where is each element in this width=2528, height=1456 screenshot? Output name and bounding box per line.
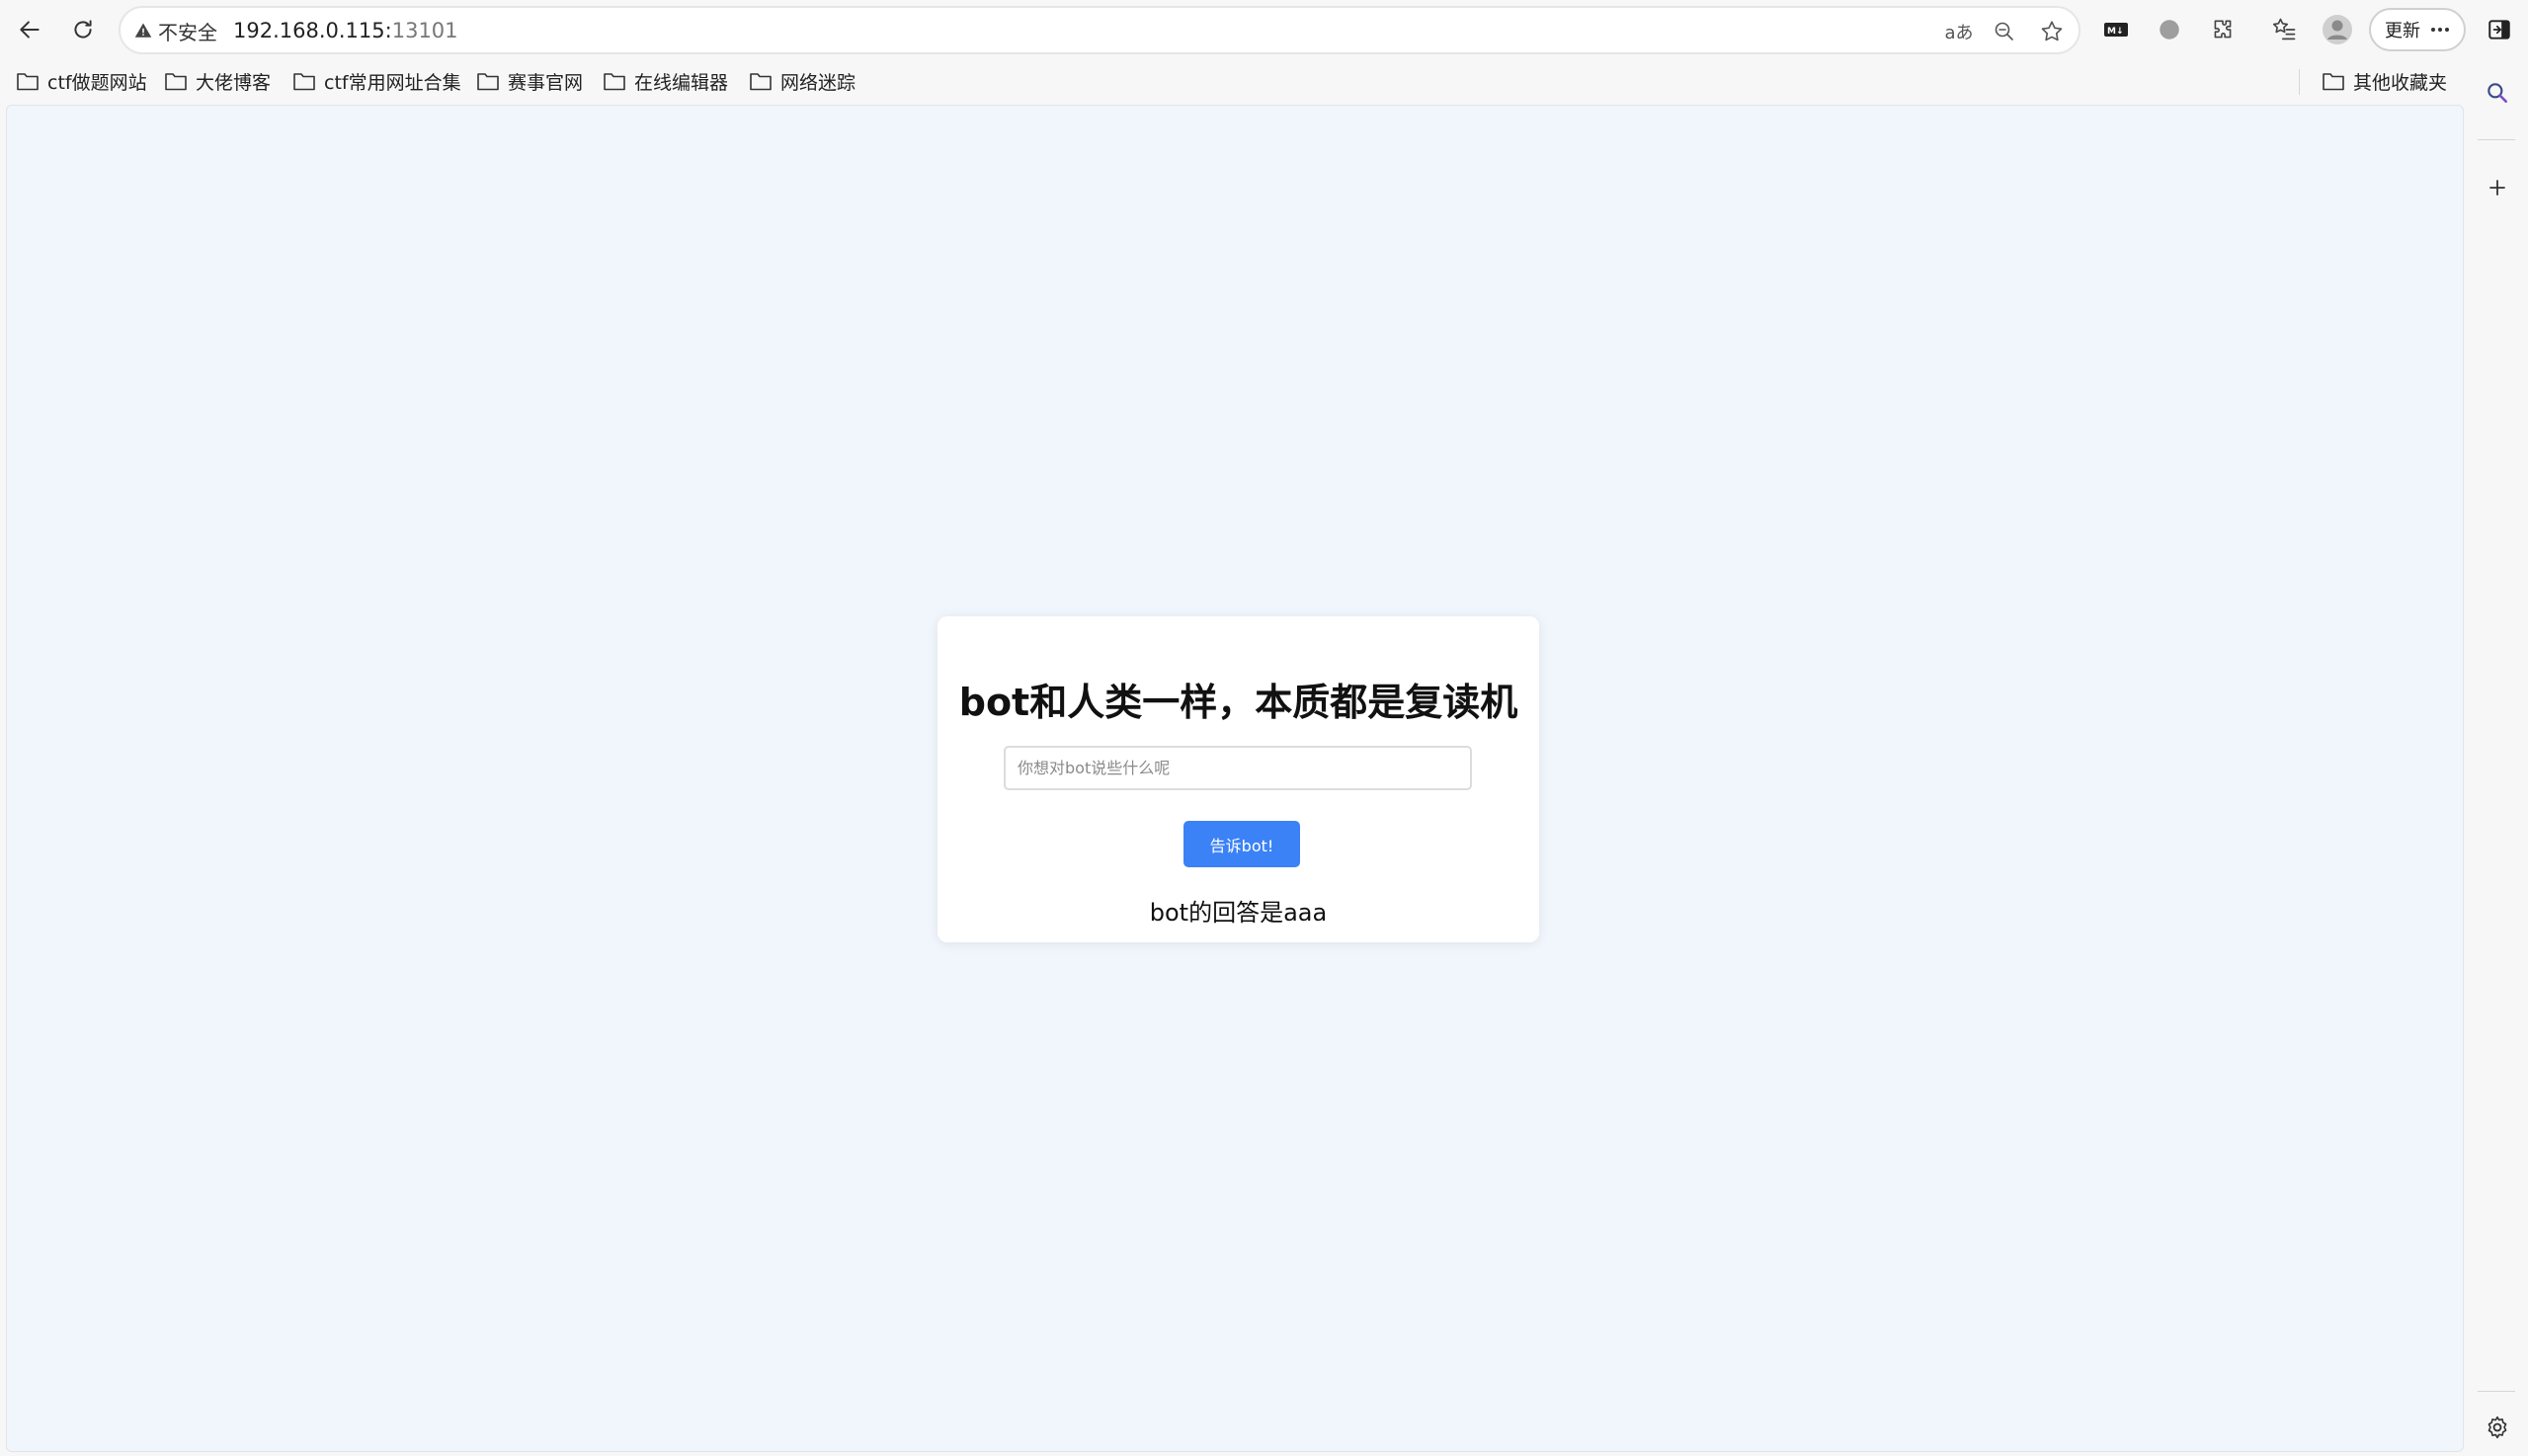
bookmarks-divider <box>2299 69 2300 95</box>
sidebar-toggle-icon <box>2488 20 2510 40</box>
submit-button[interactable]: 告诉bot! <box>1183 821 1300 867</box>
sidebar-toggle-button[interactable] <box>2480 10 2519 49</box>
warning-icon <box>134 23 152 38</box>
sidebar-settings-button[interactable] <box>2478 1408 2517 1447</box>
page-viewport: bot和人类一样，本质都是复读机 告诉bot! bot的回答是aaa <box>6 105 2464 1452</box>
bookmark-label: 在线编辑器 <box>634 71 729 94</box>
folder-icon <box>293 73 315 91</box>
plus-icon <box>2489 180 2505 196</box>
favorite-star-icon[interactable] <box>2037 17 2067 46</box>
browser-toolbar: 不安全 192.168.0.115: 13101 aあ M↓ 更新 <box>0 0 2528 61</box>
bookmark-folder[interactable]: 网络迷踪 <box>749 67 856 95</box>
refresh-button[interactable] <box>63 10 103 49</box>
bookmark-folder[interactable]: 赛事官网 <box>476 67 583 95</box>
bookmark-label: 赛事官网 <box>508 71 584 94</box>
sidebar-divider <box>2478 1391 2515 1392</box>
search-icon <box>2487 83 2507 103</box>
bot-answer: bot的回答是aaa <box>1149 899 1328 927</box>
url-port: 13101 <box>391 19 458 42</box>
folder-icon <box>750 73 772 91</box>
folder-icon <box>17 73 39 91</box>
address-bar[interactable]: 不安全 192.168.0.115: 13101 aあ <box>119 6 2080 54</box>
update-label: 更新 <box>2385 21 2420 41</box>
bookmark-label: ctf常用网址合集 <box>324 71 461 94</box>
bookmark-label: 网络迷踪 <box>780 71 856 94</box>
browser-sidebar <box>2466 61 2528 1456</box>
extension-circle-icon[interactable] <box>2150 10 2189 49</box>
back-arrow-icon <box>20 21 40 39</box>
sidebar-search-button[interactable] <box>2478 73 2517 113</box>
svg-text:M↓: M↓ <box>2107 27 2124 37</box>
other-bookmarks-folder[interactable]: 其他收藏夹 <box>2322 67 2447 95</box>
other-bookmarks-label: 其他收藏夹 <box>2353 71 2448 94</box>
folder-icon <box>604 73 625 91</box>
bookmark-label: 大佬博客 <box>196 71 272 94</box>
security-label: 不安全 <box>158 20 217 44</box>
folder-icon <box>165 73 187 91</box>
favorites-list-icon[interactable] <box>2264 10 2304 49</box>
markdown-extension-icon[interactable]: M↓ <box>2096 10 2136 49</box>
bookmarks-bar: ctf做题网站 大佬博客 ctf常用网址合集 赛事官网 在线编辑器 网络迷踪 其… <box>0 61 2470 101</box>
chat-card: bot和人类一样，本质都是复读机 告诉bot! bot的回答是aaa <box>938 616 1539 942</box>
url-host: 192.168.0.115: <box>233 19 392 42</box>
bookmark-folder[interactable]: ctf做题网站 <box>16 67 147 95</box>
security-indicator[interactable]: 不安全 <box>134 18 217 44</box>
sidebar-add-button[interactable] <box>2478 168 2517 207</box>
gear-icon <box>2487 1416 2507 1439</box>
bookmark-folder[interactable]: 大佬博客 <box>164 67 271 95</box>
translate-label: aあ <box>1944 23 1974 43</box>
folder-icon <box>2323 73 2344 91</box>
message-input[interactable] <box>1004 746 1472 790</box>
sidebar-divider <box>2478 139 2515 140</box>
bookmark-folder[interactable]: 在线编辑器 <box>603 67 728 95</box>
bookmark-label: ctf做题网站 <box>47 71 147 94</box>
bookmark-folder[interactable]: ctf常用网址合集 <box>292 67 461 95</box>
translate-icon[interactable]: aあ <box>1944 17 1974 46</box>
more-options-icon <box>2431 28 2449 32</box>
update-button[interactable]: 更新 <box>2369 8 2466 51</box>
folder-icon <box>477 73 499 91</box>
url-text[interactable]: 192.168.0.115: 13101 <box>233 18 458 43</box>
page-title: bot和人类一样，本质都是复读机 <box>958 681 1518 724</box>
extensions-puzzle-icon[interactable] <box>2203 10 2243 49</box>
zoom-out-icon[interactable] <box>1990 17 2019 46</box>
refresh-icon <box>74 20 92 39</box>
profile-avatar[interactable] <box>2318 10 2357 49</box>
avatar-icon <box>2323 15 2352 44</box>
back-button[interactable] <box>10 10 49 49</box>
